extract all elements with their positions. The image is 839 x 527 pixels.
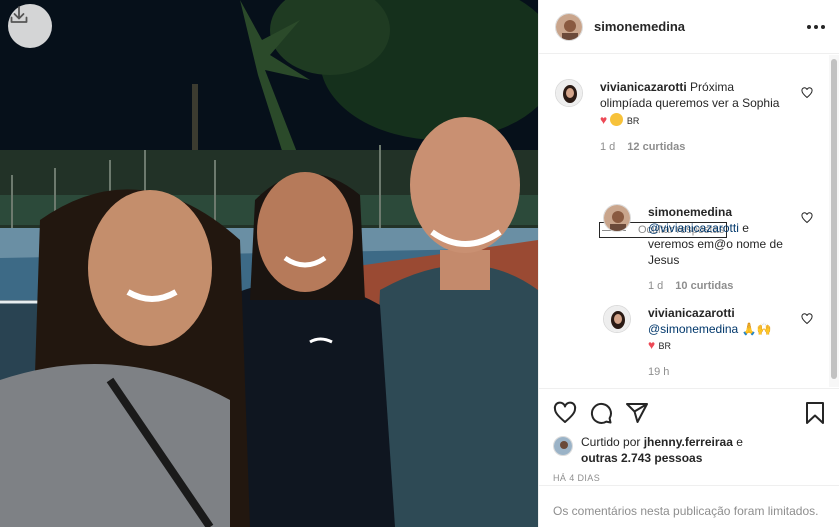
post-time-ago[interactable]: HÁ 4 DIAS xyxy=(553,473,826,483)
like-reply-heart-icon[interactable] xyxy=(801,313,813,325)
liked-by-others[interactable]: outras 2.743 pessoas xyxy=(581,451,702,465)
reply-item: simonemedina @vivianicazarotti e veremos… xyxy=(603,204,798,294)
reply-username[interactable]: simonemedina xyxy=(648,205,732,219)
reply-time: 19 h xyxy=(648,366,670,378)
comment-likes-count[interactable]: 12 curtidas xyxy=(627,139,685,155)
heart-emoji-icon: ♥ xyxy=(648,338,656,352)
photo-illustration xyxy=(0,0,538,527)
comment-bubble-icon[interactable] xyxy=(589,401,613,425)
comments-list: vivianicazarotti Próxima olimpíada quere… xyxy=(539,55,829,387)
download-icon xyxy=(10,6,28,23)
reply-item: vivianicazarotti @simonemedina 🙏🙌 ♥ BR 1… xyxy=(603,305,798,380)
liker-avatar[interactable] xyxy=(553,436,573,456)
comment-body: vivianicazarotti Próxima olimpíada quere… xyxy=(600,79,786,155)
comments-limited-notice: Os comentários nesta publicação foram li… xyxy=(539,485,839,518)
post-header: simonemedina xyxy=(539,0,839,54)
liked-by-user[interactable]: jhenny.ferreiraa xyxy=(644,435,733,449)
commenter-avatar[interactable] xyxy=(555,79,583,107)
brazil-flag-label: BR xyxy=(658,341,671,351)
reply-meta: 1 d 10 curtidas xyxy=(648,278,798,294)
reply-username[interactable]: vivianicazarotti xyxy=(648,306,735,320)
reply-body: vivianicazarotti @simonemedina 🙏🙌 ♥ BR 1… xyxy=(648,305,798,380)
download-button[interactable] xyxy=(8,4,52,48)
comments-scrollbar[interactable] xyxy=(829,55,839,387)
like-heart-icon[interactable] xyxy=(553,401,577,425)
brazil-flag-label: BR xyxy=(626,116,640,126)
like-reply-heart-icon[interactable] xyxy=(801,212,813,224)
praying-hands-emoji-icon: 🙏🙌 xyxy=(741,322,772,336)
heart-emoji-icon: ♥ xyxy=(600,113,608,127)
comment-username[interactable]: vivianicazarotti xyxy=(600,80,687,94)
post-actions: Curtido por jhenny.ferreiraa e outras 2.… xyxy=(539,388,839,483)
action-bar xyxy=(553,399,826,427)
comment-time: 1 d xyxy=(600,141,616,153)
ellipsis-icon[interactable] xyxy=(807,24,825,29)
comment-meta: 1 d 12 curtidas xyxy=(600,139,786,155)
reply-likes-count[interactable]: 10 curtidas xyxy=(675,278,733,294)
reply-avatar[interactable] xyxy=(603,305,631,333)
reply-meta: 19 h xyxy=(648,364,798,380)
reply-body: simonemedina @vivianicazarotti e veremos… xyxy=(648,204,798,294)
author-username[interactable]: simonemedina xyxy=(594,19,685,34)
reply-avatar[interactable] xyxy=(603,204,631,232)
author-avatar[interactable] xyxy=(555,12,583,41)
reply-time: 1 d xyxy=(648,280,664,292)
comment-item: vivianicazarotti Próxima olimpíada quere… xyxy=(555,79,786,155)
reply-mention[interactable]: @simonemedina xyxy=(648,322,738,336)
like-comment-heart-icon[interactable] xyxy=(801,87,813,99)
liked-by-prefix: Curtido por xyxy=(581,435,641,449)
liked-by-row: Curtido por jhenny.ferreiraa e outras 2.… xyxy=(553,434,826,466)
reply-mention[interactable]: @vivianicazarotti xyxy=(648,221,739,235)
post-photo xyxy=(0,0,538,527)
liked-by-text: Curtido por jhenny.ferreiraa e outras 2.… xyxy=(581,434,743,466)
liked-by-suffix: e xyxy=(736,435,743,449)
save-bookmark-icon[interactable] xyxy=(804,401,826,425)
post-sidebar: simonemedina vivianicazarotti Próxima ol… xyxy=(538,0,839,527)
share-paper-plane-icon[interactable] xyxy=(625,401,649,425)
heart-eyes-emoji-icon xyxy=(610,113,624,126)
